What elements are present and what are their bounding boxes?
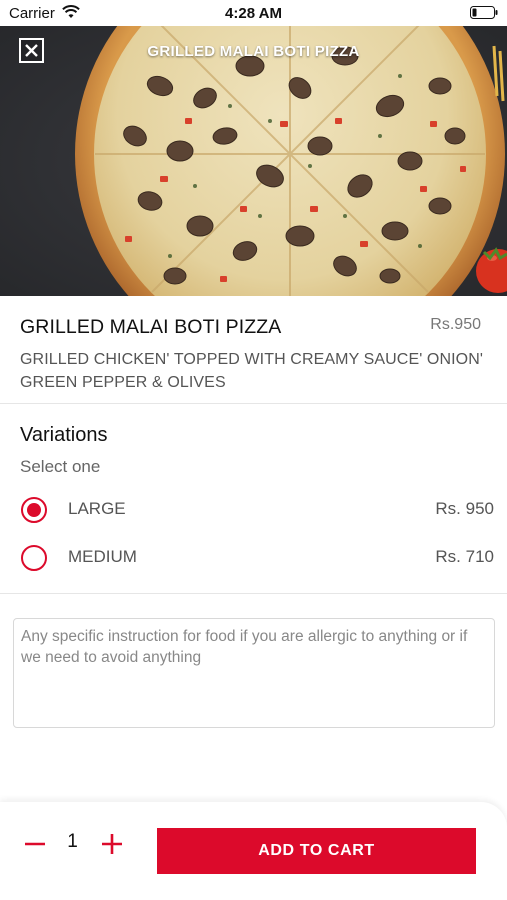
variation-price: Rs. 950 xyxy=(435,499,494,518)
add-to-cart-button[interactable]: ADD TO CART xyxy=(157,828,476,874)
hero-title: GRILLED MALAI BOTI PIZZA xyxy=(147,43,360,60)
hero-banner: GRILLED MALAI BOTI PIZZA xyxy=(0,26,507,296)
radio-selected-icon[interactable] xyxy=(21,497,47,523)
section-divider xyxy=(0,403,507,404)
variation-option-medium[interactable]: MEDIUM Rs. 710 xyxy=(0,538,507,578)
variations-title: Variations xyxy=(20,424,108,446)
special-instructions-input[interactable] xyxy=(13,618,495,728)
battery-icon xyxy=(470,6,498,19)
radio-unselected-icon[interactable] xyxy=(21,545,47,571)
increase-quantity-button[interactable] xyxy=(98,830,126,858)
status-time: 4:28 AM xyxy=(225,5,282,22)
plus-icon xyxy=(102,834,122,854)
variation-price: Rs. 710 xyxy=(435,547,494,566)
section-divider xyxy=(0,593,507,594)
product-price: Rs.950 xyxy=(430,316,481,333)
decrease-quantity-button[interactable] xyxy=(21,830,49,858)
variation-option-large[interactable]: LARGE Rs. 950 xyxy=(0,490,507,530)
variations-subtitle: Select one xyxy=(20,457,101,476)
status-bar: Carrier 4:28 AM xyxy=(0,0,507,26)
quantity-value: 1 xyxy=(67,831,78,852)
pizza-image xyxy=(0,26,507,296)
product-name: GRILLED MALAI BOTI PIZZA xyxy=(20,316,282,338)
variation-label: LARGE xyxy=(68,499,126,518)
product-description: GRILLED CHICKEN' TOPPED WITH CREAMY SAUC… xyxy=(20,351,484,391)
variation-label: MEDIUM xyxy=(68,547,137,566)
minus-icon xyxy=(25,842,45,846)
